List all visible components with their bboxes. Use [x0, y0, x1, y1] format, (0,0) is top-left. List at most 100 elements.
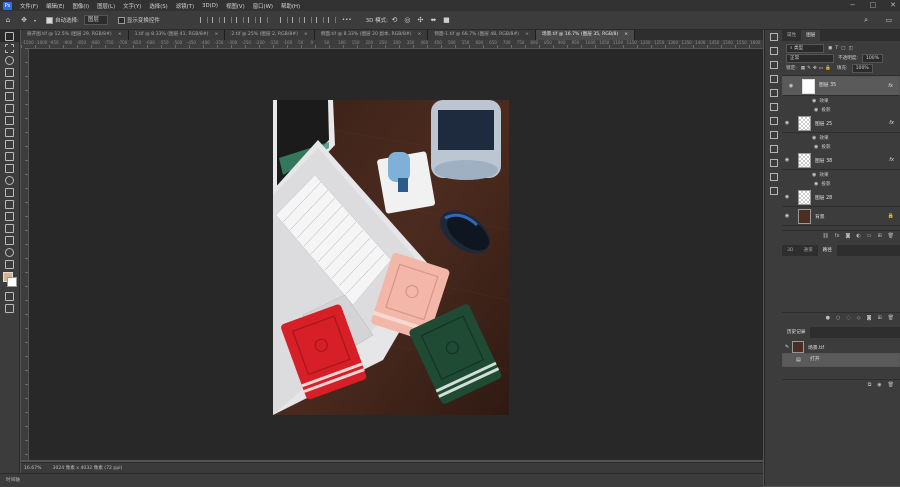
layer-name[interactable]: 图层 38	[815, 157, 832, 164]
visibility-eye-icon[interactable]: ◉	[812, 172, 816, 178]
3d-roll-icon[interactable]: ◎	[401, 16, 414, 24]
minimize-icon[interactable]: −	[850, 1, 856, 9]
document-tab[interactable]: 侧面-1.tif @ 66.7% (图层 48, RGB/8#) ×	[428, 30, 536, 40]
add-style-icon[interactable]: fx	[835, 233, 840, 239]
tab-close-icon[interactable]: ×	[624, 30, 628, 40]
camera-icon[interactable]: ◉	[877, 382, 881, 388]
menu-image[interactable]: 图像(I)	[69, 2, 94, 10]
brush-tool[interactable]	[0, 114, 19, 126]
tab-close-icon[interactable]: ×	[525, 30, 529, 40]
quick-select-tool[interactable]	[0, 66, 19, 78]
opacity-input[interactable]: 100%	[861, 53, 884, 63]
menu-select[interactable]: 选择(S)	[145, 2, 171, 10]
lock-icons[interactable]: ▦✎✥▭🔒	[801, 66, 833, 71]
delete-path-icon[interactable]: 🗑	[888, 315, 894, 321]
background-color[interactable]	[7, 277, 17, 287]
document-tab[interactable]: 展开图.tif @ 12.5% (图层 29, RGB/8#) ×	[21, 30, 129, 40]
document-tab[interactable]: 1.tif @ 8.33% (图层 41, RGB/8#) ×	[128, 30, 226, 40]
layer-row[interactable]: ◉ 图层 35 fx	[782, 76, 900, 96]
effect-row[interactable]: ◉ 投影	[782, 179, 900, 188]
visibility-eye-icon[interactable]: ◉	[786, 82, 796, 90]
layer-row[interactable]: ◉ 背景 🔒	[782, 207, 900, 226]
screen-mode-button[interactable]	[0, 302, 19, 314]
dodge-tool[interactable]	[0, 174, 19, 186]
layer-row[interactable]: ◉ 图层 25 fx	[782, 114, 900, 133]
search-icon[interactable]: ⌕	[864, 16, 868, 25]
effects-row[interactable]: ◉ 效果	[782, 170, 900, 179]
new-path-icon[interactable]: ⊞	[877, 315, 881, 321]
distribute-right-icon[interactable]	[303, 17, 312, 23]
tab-paths[interactable]: 路径	[817, 245, 837, 256]
filter-icons[interactable]: ▣T▢◫	[828, 46, 856, 51]
menu-3d[interactable]: 3D(D)	[198, 3, 222, 9]
align-bottom-icon[interactable]	[259, 17, 268, 23]
visibility-eye-icon[interactable]: ◉	[812, 98, 816, 104]
load-selection-icon[interactable]: ◌	[846, 315, 850, 321]
zoom-tool[interactable]	[0, 246, 19, 258]
visibility-eye-icon[interactable]: ◉	[782, 194, 792, 200]
history-brush-source-icon[interactable]: ✎	[782, 345, 792, 350]
kind-filter-dropdown[interactable]: ⌕ 类型	[786, 43, 824, 53]
delete-layer-icon[interactable]: 🗑	[888, 233, 894, 239]
add-mask-icon[interactable]: ◙	[867, 315, 872, 321]
auto-select-dropdown[interactable]: 图层	[83, 15, 108, 25]
history-snapshot[interactable]: ✎ 场景.tif	[782, 341, 900, 353]
crop-tool[interactable]	[0, 78, 19, 90]
history-brush-tool[interactable]	[0, 138, 19, 150]
paragraph-panel-button[interactable]	[765, 128, 782, 142]
character-panel-button[interactable]	[765, 114, 782, 128]
align-left-icon[interactable]	[199, 17, 208, 23]
document-info[interactable]: 3024 像素 x 4032 像素 (72 ppi)	[50, 465, 123, 471]
tab-3d[interactable]: 3D	[782, 245, 798, 256]
photoshop-app-icon[interactable]: Ps	[3, 1, 12, 10]
tab-channels[interactable]: 通道	[798, 245, 817, 256]
zoom-level[interactable]: 16.67%	[21, 466, 42, 471]
menu-layer[interactable]: 图层(L)	[93, 2, 119, 10]
visibility-eye-icon[interactable]: ◉	[814, 144, 818, 150]
layer-row[interactable]: ◉ 图层 38 fx	[782, 151, 900, 170]
menu-window[interactable]: 窗口(W)	[249, 2, 277, 10]
chevron-down-icon[interactable]: ▾	[32, 18, 38, 23]
path-select-tool[interactable]	[0, 210, 19, 222]
effects-row[interactable]: ◉ 效果	[782, 133, 900, 142]
stroke-path-icon[interactable]: ○	[836, 315, 840, 321]
tools-presets-button[interactable]	[765, 156, 782, 170]
effect-row[interactable]: ◉ 投影	[782, 105, 900, 114]
brushes-panel-button[interactable]	[765, 142, 782, 156]
align-right-icon[interactable]	[223, 17, 232, 23]
more-options-button[interactable]: •••	[342, 17, 352, 23]
distribute-vcenter-icon[interactable]	[327, 17, 336, 23]
fill-input[interactable]: 100%	[851, 63, 873, 73]
layer-name[interactable]: 图层 35	[819, 82, 836, 90]
menu-filter[interactable]: 滤镜(T)	[172, 2, 198, 10]
tab-history[interactable]: 历史记录	[782, 327, 811, 338]
new-document-from-state-icon[interactable]: ⧉	[868, 382, 872, 388]
move-tool[interactable]	[0, 30, 19, 42]
learn-panel-button[interactable]	[765, 58, 782, 72]
document-tab[interactable]: 侧面.tif @ 8.33% (图层 20 副本, RGB/8#) ×	[314, 30, 429, 40]
fill-path-icon[interactable]: ●	[826, 315, 830, 321]
link-layers-icon[interactable]: ⛓	[822, 233, 828, 239]
align-hcenter-icon[interactable]	[211, 17, 220, 23]
document-tab-active[interactable]: 场景.tif @ 16.7% (图层 35, RGB/8) ×	[535, 30, 636, 40]
timeline-tab[interactable]: 时间轴	[6, 477, 20, 483]
adjustment-layer-icon[interactable]: ◐	[856, 233, 860, 239]
visibility-eye-icon[interactable]: ◉	[814, 181, 818, 187]
tab-layers[interactable]: 图层	[801, 30, 821, 41]
more-tools[interactable]	[0, 258, 19, 270]
eyedropper-tool[interactable]	[0, 90, 19, 102]
new-group-icon[interactable]: ▭	[867, 233, 872, 239]
distribute-hcenter-icon[interactable]	[291, 17, 300, 23]
tab-close-icon[interactable]: ×	[118, 30, 122, 40]
tab-close-icon[interactable]: ×	[418, 30, 422, 40]
menu-view[interactable]: 视图(V)	[222, 2, 249, 10]
healing-brush-tool[interactable]	[0, 102, 19, 114]
quick-mask-button[interactable]	[0, 290, 19, 302]
document-image[interactable]	[273, 100, 509, 415]
align-top-icon[interactable]	[235, 17, 244, 23]
distribute-top-icon[interactable]	[315, 17, 324, 23]
menu-file[interactable]: 文件(F)	[16, 2, 42, 10]
blend-mode-dropdown[interactable]: 正常	[786, 53, 834, 63]
libraries-panel-button[interactable]	[765, 72, 782, 86]
color-panel-button[interactable]	[765, 30, 782, 44]
